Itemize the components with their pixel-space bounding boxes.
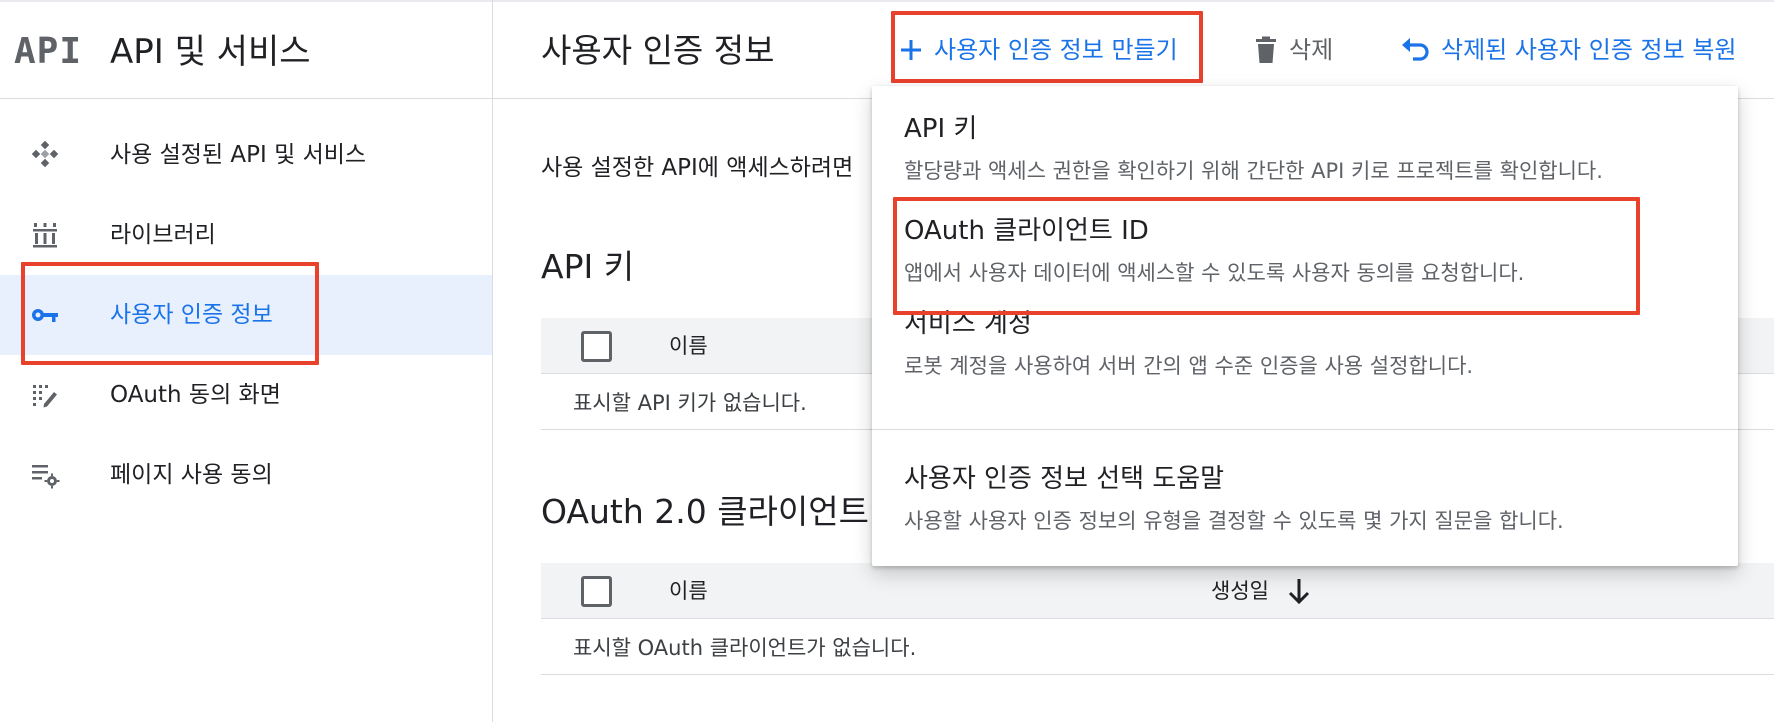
select-all-checkbox[interactable] [581,576,612,607]
api-logo: API [14,31,83,72]
create-credentials-label: 사용자 인증 정보 만들기 [934,36,1178,64]
sidebar-item-library[interactable]: 라이브러리 [0,195,492,275]
plus-icon [898,37,924,63]
sidebar-item-label: 페이지 사용 동의 [110,462,273,488]
intro-text: 사용 설정한 API에 액세스하려면 [541,155,854,181]
menu-item-help-me-choose[interactable]: 사용자 인증 정보 선택 도움말 사용할 사용자 인증 정보의 유형을 결정할 … [872,430,1738,560]
sidebar-item-label: OAuth 동의 화면 [110,382,281,408]
diamond-dots-icon [30,140,60,169]
sidebar-item-label: 사용 설정된 API 및 서비스 [110,142,367,168]
select-all-checkbox[interactable] [581,331,612,362]
oauth-clients-title: OAuth 2.0 클라이언트 [541,492,869,531]
sidebar: API API 및 서비스 사용 설정된 API 및 서비스 라이브러리 사용자… [0,0,493,722]
sidebar-item-oauth-consent[interactable]: OAuth 동의 화면 [0,355,492,435]
table-row: 표시할 OAuth 클라이언트가 없습니다. [541,619,1774,675]
settings-list-icon [30,461,60,489]
trash-icon [1253,36,1279,64]
sidebar-item-page-usage[interactable]: 페이지 사용 동의 [0,435,492,515]
library-icon [30,221,60,249]
sidebar-title: API 및 서비스 [110,32,311,72]
sidebar-item-label: 사용자 인증 정보 [110,302,273,328]
menu-item-description: 로봇 계정을 사용하여 서버 간의 앱 수준 인증을 사용 설정합니다. [904,354,1474,378]
delete-button[interactable]: 삭제 [1253,32,1333,68]
menu-item-description: 앱에서 사용자 데이터에 액세스할 수 있도록 사용자 동의를 요청합니다. [904,261,1525,285]
page-title: 사용자 인증 정보 [541,31,775,70]
oauth-clients-table: 이름 생성일 표시할 OAuth 클라이언트가 없습니다. [541,563,1774,675]
menu-item-api-key[interactable]: API 키 할당량과 액세스 권한을 확인하기 위해 간단한 API 키로 프로… [872,86,1738,196]
menu-item-service-account[interactable]: 서비스 계정 로봇 계정을 사용하여 서버 간의 앱 수준 인증을 사용 설정합… [872,301,1738,411]
restore-deleted-credentials-button[interactable]: 삭제된 사용자 인증 정보 복원 [1401,32,1736,68]
table-header: 이름 생성일 [541,563,1774,619]
menu-item-title: OAuth 클라이언트 ID [904,216,1149,246]
column-created-date[interactable]: 생성일 [1211,576,1311,606]
sidebar-item-enabled-apis[interactable]: 사용 설정된 API 및 서비스 [0,115,492,195]
api-keys-title: API 키 [541,247,635,286]
top-bar: 사용자 인증 정보 사용자 인증 정보 만들기 삭제 삭제된 사용자 인증 정보… [493,0,1774,99]
create-credentials-menu: API 키 할당량과 액세스 권한을 확인하기 위해 간단한 API 키로 프로… [872,86,1738,566]
column-name: 이름 [669,579,708,603]
sidebar-item-credentials[interactable]: 사용자 인증 정보 [0,275,492,355]
menu-item-title: 서비스 계정 [904,309,1032,339]
menu-item-title: 사용자 인증 정보 선택 도움말 [904,464,1225,494]
menu-item-title: API 키 [904,114,978,144]
menu-item-oauth-client-id[interactable]: OAuth 클라이언트 ID 앱에서 사용자 데이터에 액세스할 수 있도록 사… [872,198,1738,301]
consent-screen-icon [30,381,60,409]
undo-icon [1401,37,1431,63]
restore-label: 삭제된 사용자 인증 정보 복원 [1441,36,1737,64]
key-icon [30,301,60,329]
empty-message: 표시할 OAuth 클라이언트가 없습니다. [573,636,917,660]
delete-label: 삭제 [1289,36,1334,64]
menu-item-description: 사용할 사용자 인증 정보의 유형을 결정할 수 있도록 몇 가지 질문을 합니… [904,509,1564,533]
sidebar-item-label: 라이브러리 [110,222,216,248]
create-credentials-button[interactable]: 사용자 인증 정보 만들기 [898,32,1178,68]
column-name: 이름 [669,334,708,358]
arrow-down-icon [1287,577,1311,605]
sidebar-header: API API 및 서비스 [0,0,492,99]
sidebar-nav: 사용 설정된 API 및 서비스 라이브러리 사용자 인증 정보 OAuth 동… [0,115,492,515]
column-created-label: 생성일 [1211,579,1269,603]
menu-item-description: 할당량과 액세스 권한을 확인하기 위해 간단한 API 키로 프로젝트를 확인… [904,159,1603,183]
empty-message: 표시할 API 키가 없습니다. [573,391,807,415]
